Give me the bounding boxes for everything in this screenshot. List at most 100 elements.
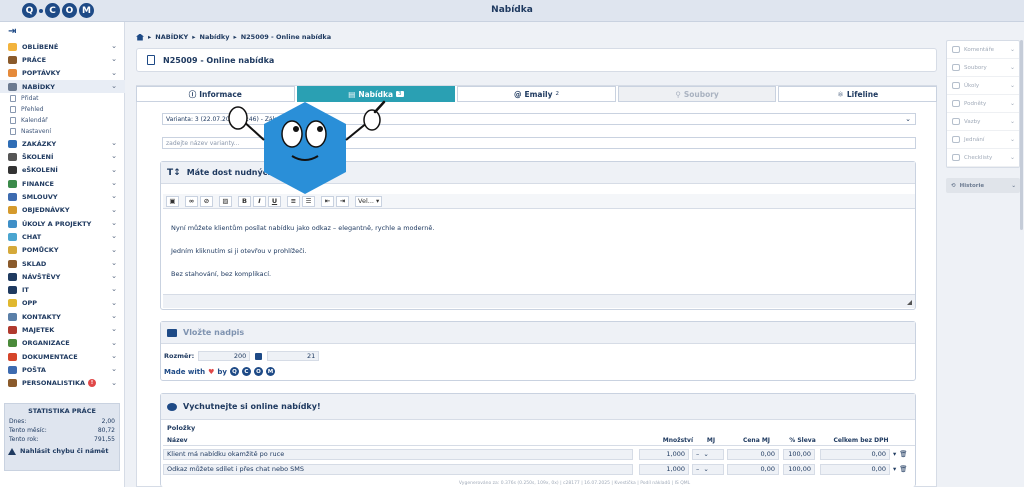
items-label: Položky [167,424,196,432]
sidebar-subitem[interactable]: Přidat [0,93,125,104]
sidebar-item-17[interactable]: KONTAKTY ⌄ [0,310,125,323]
sidebar-item-4[interactable]: ZAKÁZKY ⌄ [0,137,125,150]
unit-price-input[interactable]: 0,00 [727,448,779,460]
sidebar-item-16[interactable]: OPP ⌄ [0,297,125,310]
sidebar-item-6[interactable]: eŠKOLENÍ ⌄ [0,164,125,177]
breadcrumb-item[interactable]: NABÍDKY [155,33,188,41]
chevron-down-icon: ⌄ [111,179,117,188]
sidebar-item-10[interactable]: ÚKOLY A PROJEKTY ⌄ [0,217,125,230]
paste-icon[interactable]: ▣ [166,195,179,207]
menu-icon [8,352,17,361]
quantity-input[interactable]: 1,000 [639,463,689,475]
sidebar-item-15[interactable]: IT ⌄ [0,283,125,296]
side-panel-item[interactable]: Jednání ⌄ [947,131,1019,149]
sidebar-item-3[interactable]: NABÍDKY ⌄ [0,79,125,94]
mascot-eye [305,120,327,148]
unlink-icon[interactable]: ⊘ [200,195,213,207]
mascot-hand [363,109,381,131]
sidebar-item-label: OBJEDNÁVKY [22,206,70,215]
tab-soubory: ⚲ Soubory [617,86,777,102]
scrollbar[interactable] [1020,40,1023,230]
logout-icon[interactable]: ⇥ [8,26,16,37]
menu-icon [8,139,17,148]
sidebar-item-11[interactable]: CHAT ⌄ [0,230,125,243]
sidebar-item-5[interactable]: ŠKOLENÍ ⌄ [0,150,125,163]
sidebar-item-label: ŠKOLENÍ [22,153,54,162]
trash-icon[interactable]: 🗑 [899,465,907,473]
trash-icon[interactable]: 🗑 [899,450,907,458]
editor-content[interactable]: Nyní můžete klientům posílat nabídku jak… [163,210,915,294]
chevron-down-icon: ⌄ [111,68,117,77]
logo-icon: Q [229,367,239,376]
menu-icon [8,259,17,268]
side-panel-item[interactable]: Soubory ⌄ [947,59,1019,77]
document-icon [147,55,155,65]
resize-handle-icon[interactable] [907,300,912,305]
sidebar-item-7[interactable]: FINANCE ⌄ [0,177,125,190]
sidebar-item-13[interactable]: SKLAD ⌄ [0,257,125,270]
lock-icon[interactable] [255,352,263,360]
sidebar-item-21[interactable]: POŠTA ⌄ [0,363,125,376]
link-icon[interactable]: ∞ [185,195,198,207]
chevron-down-icon: ⌄ [111,218,117,227]
chevron-down-icon[interactable]: ▾ [893,465,896,473]
side-panel-item[interactable]: Checklisty ⌄ [947,149,1019,167]
sidebar-subitem[interactable]: Přehled [0,104,125,115]
sidebar-item-22[interactable]: PERSONALISTIKA! ⌄ [0,377,125,390]
menu-icon [8,166,17,175]
height-input[interactable]: 21 [267,351,320,361]
discount-input[interactable]: 100,00 [783,448,815,460]
sidebar-item-14[interactable]: NÁVŠTĚVY ⌄ [0,270,125,283]
history-button[interactable]: ⟲ Historie ⌄ [946,178,1020,193]
quantity-input[interactable]: 1,000 [639,448,689,460]
item-name-input[interactable]: Klient má nabídku okamžitě po ruce [163,448,633,460]
item-name-input[interactable]: Odkaz můžete sdílet i přes chat nebo SMS [163,463,633,475]
side-panel-item[interactable]: Podněty ⌄ [947,95,1019,113]
sidebar-item-12[interactable]: POMŮCKY ⌄ [0,244,125,257]
total-input[interactable]: 0,00 [820,463,890,475]
discount-input[interactable]: 100,00 [783,463,815,475]
unit-select[interactable]: – ⌄ [692,448,724,460]
sidebar-item-19[interactable]: ORGANIZACE ⌄ [0,337,125,350]
menu-icon [8,69,17,78]
sidebar-item-label: PRÁCE [22,55,47,64]
home-icon[interactable] [136,33,144,41]
panel-item-icon [952,136,960,143]
breadcrumb-item[interactable]: Nabídky [200,33,230,41]
total-input[interactable]: 0,00 [820,448,890,460]
menu-icon [8,312,17,321]
sidebar-item-18[interactable]: MAJETEK ⌄ [0,323,125,336]
sidebar-item-20[interactable]: DOKUMENTACE ⌄ [0,350,125,363]
column-header: Množství [662,437,693,444]
sidebar-subitem[interactable]: Kalendář [0,115,125,126]
sidebar-item-2[interactable]: POPTÁVKY ⌄ [0,67,125,80]
side-panel-item[interactable]: Komentáře ⌄ [947,41,1019,59]
sidebar-item-label: SKLAD [22,259,47,268]
report-bug-link[interactable]: Nahlásit chybu či námět [8,447,108,455]
side-panel-item[interactable]: Úkoly ⌄ [947,77,1019,95]
sidebar-subitem[interactable]: Nastavení [0,126,125,137]
menu-icon [8,179,17,188]
tab-lifeline[interactable]: ⚛ Lifeline [778,86,937,102]
menu-icon [8,55,17,64]
sidebar-item-9[interactable]: OBJEDNÁVKY ⌄ [0,204,125,217]
sidebar-item-1[interactable]: PRÁCE ⌄ [0,53,125,66]
size-row: Rozměr: 200 21 [164,351,320,361]
side-panel-item[interactable]: Vazby ⌄ [947,113,1019,131]
unit-price-input[interactable]: 0,00 [727,463,779,475]
sidebar-item-8[interactable]: SMLOUVY ⌄ [0,190,125,203]
panel-item-icon [952,100,960,107]
chevron-down-icon: ⌄ [111,205,117,214]
width-input[interactable]: 200 [198,351,251,361]
sidebar-item-0[interactable]: OBLÍBENÉ ⌄ [0,40,125,53]
sidebar-menu: OBLÍBENÉ ⌄ PRÁCE ⌄ POPTÁVKY ⌄ NABÍDKY ⌄ Přidat Př… [0,40,125,390]
page-title: Nabídka [491,5,533,15]
chevron-down-icon: ⌄ [905,115,911,123]
chevron-down-icon[interactable]: ▾ [893,450,896,458]
chevron-down-icon: ⌄ [111,365,117,374]
tab-emaily[interactable]: @ Emaily 2 [457,86,616,102]
chevron-down-icon: ⌄ [111,139,117,148]
unit-select[interactable]: – ⌄ [692,463,724,475]
stats-row: Dnes: 2,00 [9,418,115,425]
right-panel: Komentáře ⌄ Soubory ⌄ Úkoly ⌄ Podněty ⌄ Vazby ⌄ Je… [946,40,1020,168]
